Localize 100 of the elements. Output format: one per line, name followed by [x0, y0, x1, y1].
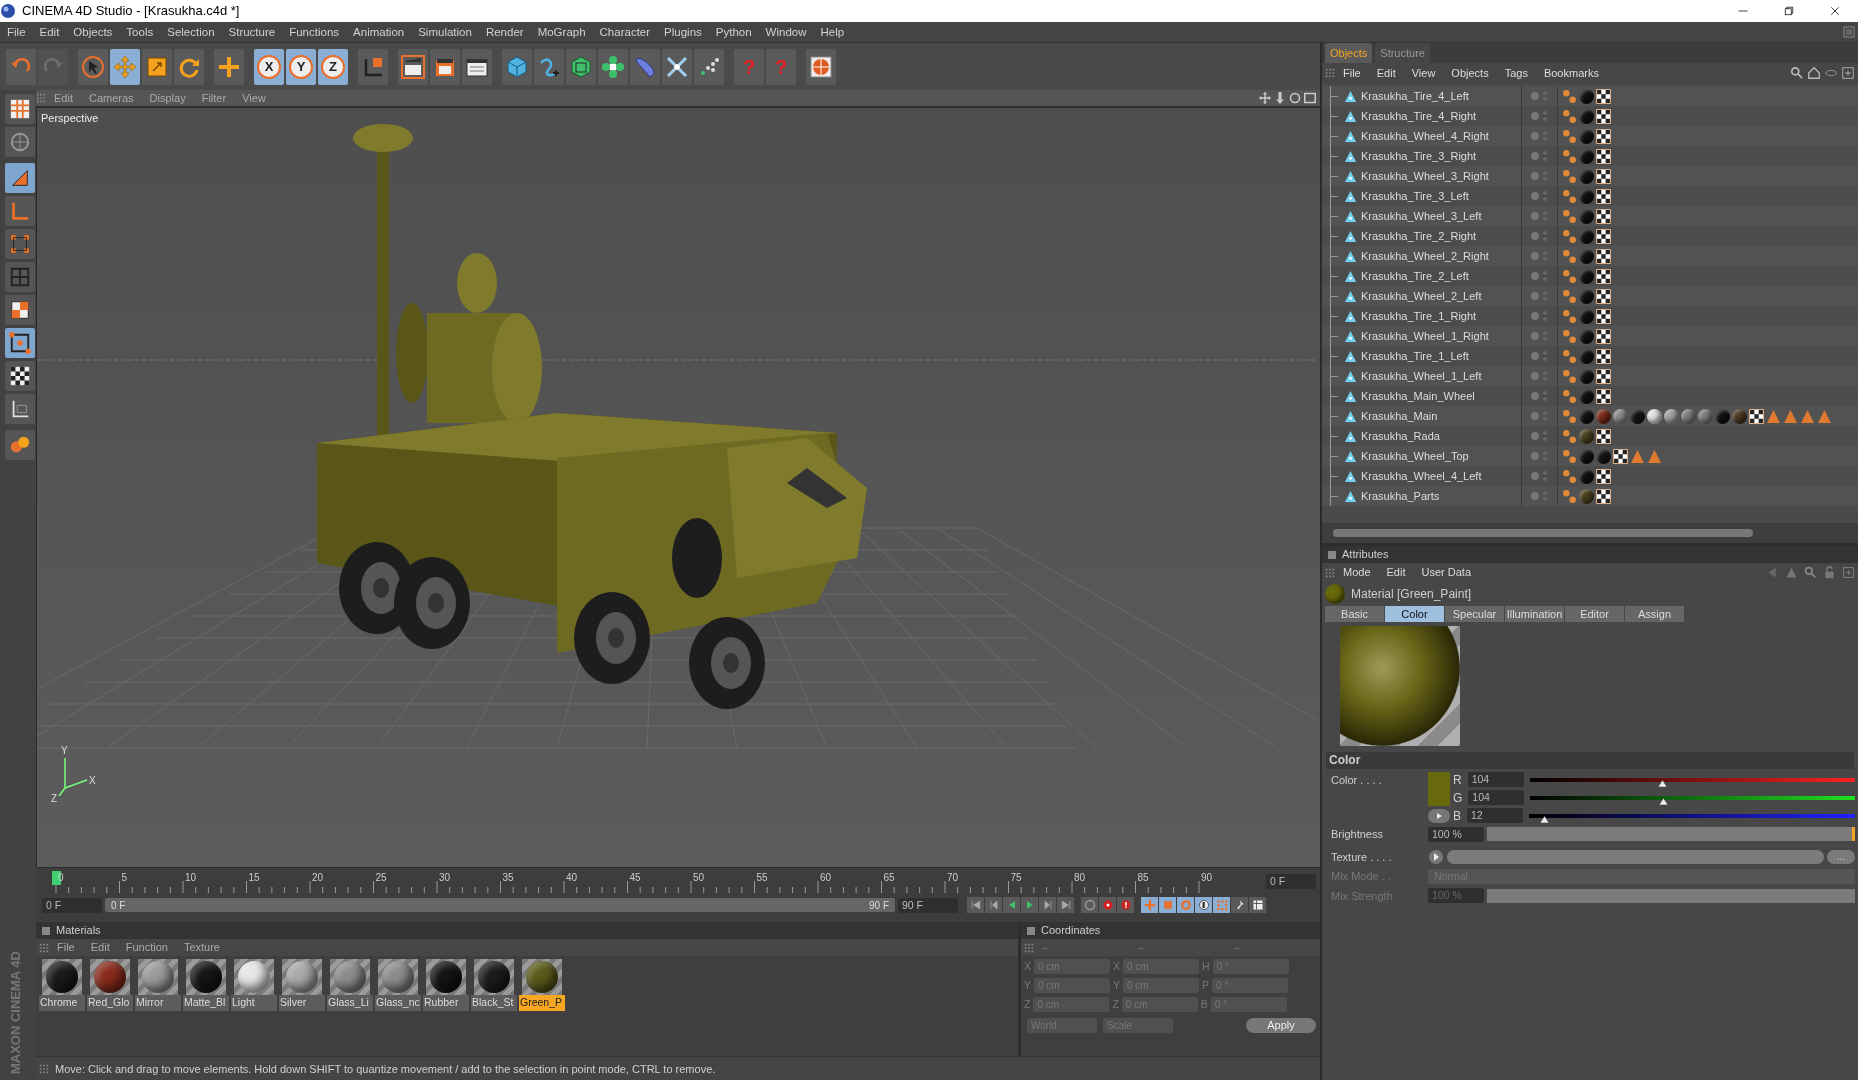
- material-tag[interactable]: [1613, 408, 1628, 424]
- visibility-dots-icon[interactable]: [1529, 450, 1550, 462]
- visibility-dots-icon[interactable]: [1529, 270, 1550, 282]
- slider-thumb[interactable]: [1658, 797, 1668, 805]
- visibility-dots-icon[interactable]: [1529, 390, 1550, 402]
- phong-tag-icon[interactable]: [1562, 148, 1577, 164]
- phong-tag-icon[interactable]: [1562, 248, 1577, 264]
- slider-thumb[interactable]: [1540, 815, 1550, 823]
- attribute-tab[interactable]: Basic: [1325, 606, 1384, 622]
- search-icon[interactable]: [1804, 566, 1817, 579]
- range-slider[interactable]: 0 F 90 F: [105, 898, 895, 912]
- object-name[interactable]: Krasukha_Tire_4_Left: [1361, 87, 1469, 105]
- menu-item[interactable]: Edit: [1368, 64, 1404, 82]
- phong-tag-icon[interactable]: [1562, 388, 1577, 404]
- menu-item[interactable]: Python: [708, 21, 759, 43]
- menu-item[interactable]: Window: [758, 21, 814, 43]
- object-name[interactable]: Krasukha_Parts: [1361, 487, 1440, 505]
- value-field[interactable]: 100 %: [1428, 826, 1484, 842]
- visibility-dots-icon[interactable]: [1529, 330, 1550, 342]
- checker-tag-icon[interactable]: [1596, 328, 1611, 344]
- material-tag[interactable]: [1698, 408, 1713, 424]
- key-mode-button[interactable]: [1249, 897, 1266, 913]
- record-button[interactable]: [1081, 897, 1098, 913]
- phong-tag-icon[interactable]: [1562, 288, 1577, 304]
- visibility-dots-icon[interactable]: [1529, 370, 1550, 382]
- up-arrow-icon[interactable]: [1785, 566, 1798, 579]
- toolbar-button[interactable]: [662, 48, 692, 85]
- phong-tag-icon[interactable]: [1562, 428, 1577, 444]
- phong-tag-icon[interactable]: [1562, 108, 1577, 124]
- menu-item[interactable]: MoGraph: [530, 21, 593, 43]
- phong-tag-icon[interactable]: [1562, 168, 1577, 184]
- play-toggle-icon[interactable]: [1428, 848, 1444, 865]
- tool-button[interactable]: [5, 361, 35, 391]
- checker-tag-icon[interactable]: [1613, 448, 1628, 464]
- menu-item[interactable]: View: [1403, 64, 1444, 82]
- menu-item[interactable]: Objects: [66, 21, 120, 43]
- checker-tag-icon[interactable]: [1596, 288, 1611, 304]
- material-tag[interactable]: [1630, 408, 1645, 424]
- visibility-dots-icon[interactable]: [1529, 110, 1550, 122]
- object-name[interactable]: Krasukha_Wheel_Top: [1361, 447, 1469, 465]
- object-name[interactable]: Krasukha_Tire_1_Right: [1361, 307, 1477, 325]
- toolbar-button[interactable]: [78, 48, 108, 85]
- phong-tag-icon[interactable]: [1562, 348, 1577, 364]
- triangle-tag-icon[interactable]: [1817, 408, 1832, 424]
- object-name[interactable]: Krasukha_Tire_4_Right: [1361, 107, 1477, 125]
- visibility-dots-icon[interactable]: [1529, 430, 1550, 442]
- material-name[interactable]: Rubber: [423, 995, 469, 1011]
- menu-item[interactable]: Mode: [1335, 564, 1379, 581]
- visibility-dots-icon[interactable]: [1529, 130, 1550, 142]
- material-name[interactable]: Mirror: [135, 995, 181, 1011]
- slider[interactable]: [1487, 827, 1855, 842]
- checker-tag-icon[interactable]: [1596, 268, 1611, 284]
- menu-item[interactable]: Structure: [221, 21, 283, 43]
- object-name[interactable]: Krasukha_Rada: [1361, 427, 1440, 445]
- material-name[interactable]: Light: [231, 995, 277, 1011]
- checker-tag-icon[interactable]: [1596, 308, 1611, 324]
- slider-thumb[interactable]: [1658, 779, 1668, 787]
- menu-item[interactable]: Tools: [119, 21, 161, 43]
- menu-item[interactable]: Edit: [82, 939, 118, 956]
- menu-item[interactable]: File: [1335, 64, 1369, 82]
- material-name[interactable]: Black_St: [471, 995, 517, 1011]
- play-toggle-icon[interactable]: [1428, 809, 1450, 823]
- material-name[interactable]: Glass_nc: [375, 995, 421, 1011]
- menu-item[interactable]: Filter: [193, 89, 235, 107]
- toolbar-button[interactable]: [598, 48, 628, 85]
- checker-tag-icon[interactable]: [1749, 408, 1764, 424]
- menu-item[interactable]: Tags: [1496, 64, 1536, 82]
- phong-tag-icon[interactable]: [1562, 368, 1577, 384]
- phong-tag-icon[interactable]: [1562, 468, 1577, 484]
- visibility-dots-icon[interactable]: [1529, 350, 1550, 362]
- menu-item[interactable]: Character: [592, 21, 658, 43]
- menu-item[interactable]: Selection: [160, 21, 222, 43]
- new-panel-icon[interactable]: [1841, 66, 1855, 80]
- checker-tag-icon[interactable]: [1596, 468, 1611, 484]
- end-frame-field[interactable]: 90 F: [898, 897, 958, 913]
- menu-item[interactable]: Simulation: [411, 21, 479, 43]
- checker-tag-icon[interactable]: [1596, 208, 1611, 224]
- phong-tag-icon[interactable]: [1562, 208, 1577, 224]
- object-name[interactable]: Krasukha_Tire_1_Left: [1361, 347, 1469, 365]
- checker-tag-icon[interactable]: [1596, 188, 1611, 204]
- triangle-tag-icon[interactable]: [1800, 408, 1815, 424]
- object-name[interactable]: Krasukha_Wheel_4_Left: [1361, 467, 1482, 485]
- toolbar-button[interactable]: [694, 48, 724, 85]
- material-tag[interactable]: [1664, 408, 1679, 424]
- menu-item[interactable]: Animation: [346, 21, 412, 43]
- toolbar-button[interactable]: Y: [286, 48, 316, 85]
- menu-item[interactable]: Render: [478, 21, 531, 43]
- menu-item[interactable]: File: [0, 21, 33, 43]
- menu-item[interactable]: Objects: [1443, 64, 1497, 82]
- checker-tag-icon[interactable]: [1596, 488, 1611, 504]
- material-name[interactable]: Glass_Li: [327, 995, 373, 1011]
- checker-tag-icon[interactable]: [1596, 348, 1611, 364]
- visibility-dots-icon[interactable]: [1529, 170, 1550, 182]
- checker-tag-icon[interactable]: [1596, 148, 1611, 164]
- menu-item[interactable]: Cameras: [80, 89, 142, 107]
- object-name[interactable]: Krasukha_Tire_2_Left: [1361, 267, 1469, 285]
- material-name[interactable]: Red_Glo: [87, 995, 133, 1011]
- menu-item[interactable]: Texture: [175, 939, 228, 956]
- playback-button[interactable]: [1057, 897, 1074, 913]
- attribute-tab[interactable]: Color: [1385, 606, 1444, 622]
